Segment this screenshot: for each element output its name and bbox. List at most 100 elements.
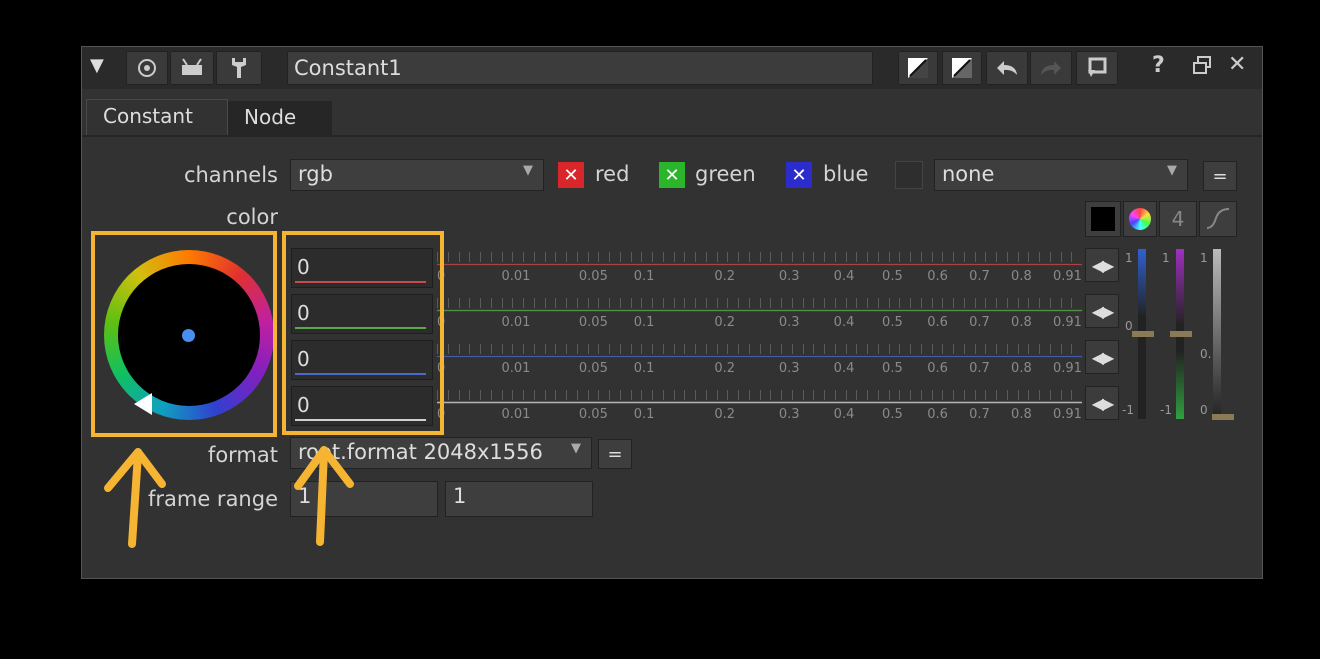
chevron-down-icon: ▼ <box>571 441 581 456</box>
slider-minor-tick <box>501 390 503 400</box>
slider-minor-tick <box>931 390 933 400</box>
slider-tick-label: 0.5 <box>882 269 903 284</box>
slider-minor-tick <box>942 344 944 354</box>
channel-slider-2[interactable]: 0 0.01 0.05 0.1 0.2 0.3 0.4 0.5 0.6 0.7 0.8 0.91 <box>437 340 1082 380</box>
slider-tick-label: 0.01 <box>501 315 531 330</box>
tab-node[interactable]: Node <box>228 101 332 137</box>
curve-icon <box>1206 208 1230 229</box>
slider-minor-tick <box>1039 390 1040 400</box>
slider-tick-label: 0.7 <box>969 315 990 330</box>
red-expand-button[interactable]: ◀▶ <box>1085 248 1119 282</box>
slider-tick-label: 0.8 <box>1011 407 1032 422</box>
slider-minor-tick <box>587 390 589 400</box>
slider-minor-tick <box>1060 390 1062 400</box>
value-fields-highlight <box>282 231 444 435</box>
slider-minor-tick <box>867 344 868 354</box>
slider-track <box>437 309 1082 312</box>
slider-minor-tick <box>480 344 481 354</box>
float-icon[interactable] <box>1192 55 1212 79</box>
slider-minor-tick <box>996 344 997 354</box>
annotation-arrow-right <box>294 446 354 546</box>
undo-icon[interactable] <box>986 51 1028 85</box>
slider-tick-label: 0.7 <box>969 269 990 284</box>
frame-range-end[interactable]: 1 <box>445 481 593 517</box>
wrench-icon[interactable] <box>216 51 262 85</box>
channel-slider-0[interactable]: 0 0.01 0.05 0.1 0.2 0.3 0.4 0.5 0.6 0.7 0.8 0.91 <box>437 248 1082 288</box>
slider-minor-tick <box>953 252 954 262</box>
vslider3-bottom-label: 0 <box>1200 403 1208 417</box>
vslider-bottom-label: -1 <box>1122 403 1134 417</box>
slider-minor-tick <box>1017 252 1019 262</box>
slider-minor-tick <box>996 298 997 308</box>
slider-minor-tick <box>770 252 772 262</box>
slider-minor-tick <box>856 298 858 308</box>
alpha-expand-button[interactable]: ◀▶ <box>1085 386 1119 420</box>
channel-slider-3[interactable]: 0 0.01 0.05 0.1 0.2 0.3 0.4 0.5 0.6 0.7 0.8 0.91 <box>437 386 1082 426</box>
tab-constant[interactable]: Constant <box>86 99 228 135</box>
viewer-icon[interactable] <box>170 51 214 85</box>
slider-minor-tick <box>684 298 686 308</box>
slider-minor-tick <box>888 252 890 262</box>
reset-all-icon[interactable] <box>942 51 982 85</box>
vslider-gray-handle[interactable] <box>1212 414 1234 420</box>
slider-minor-tick <box>684 252 686 262</box>
alpha-checkbox[interactable] <box>895 161 923 189</box>
slider-minor-tick <box>867 298 868 308</box>
blue-expand-button[interactable]: ◀▶ <box>1085 340 1119 374</box>
format-link-button[interactable]: = <box>598 439 632 469</box>
slider-minor-tick <box>662 252 664 262</box>
slider-minor-tick <box>738 252 739 262</box>
slider-tick-label: 0.91 <box>1052 407 1082 422</box>
slider-minor-tick <box>512 344 514 354</box>
red-label: red <box>595 162 630 186</box>
slider-minor-tick <box>791 252 793 262</box>
channel-count-button[interactable]: 4 <box>1159 201 1197 237</box>
slider-minor-tick <box>834 252 836 262</box>
slider-minor-tick <box>888 344 890 354</box>
slider-minor-tick <box>695 298 696 308</box>
slider-minor-tick <box>953 344 954 354</box>
green-expand-button[interactable]: ◀▶ <box>1085 294 1119 328</box>
vslider-gray[interactable] <box>1213 249 1221 419</box>
slider-track <box>437 355 1082 358</box>
color-swatch-button[interactable] <box>1085 201 1121 237</box>
reset-icon[interactable] <box>898 51 938 85</box>
help-icon[interactable]: ? <box>1152 53 1165 78</box>
slider-tick-label: 0.01 <box>501 269 531 284</box>
slider-minor-tick <box>598 390 600 400</box>
node-name-input[interactable]: Constant1 <box>287 51 873 85</box>
redo-icon[interactable] <box>1030 51 1072 85</box>
vslider-blue-handle[interactable] <box>1132 331 1154 337</box>
revert-icon[interactable] <box>1076 51 1118 85</box>
slider-tick-label: 0.4 <box>833 269 855 284</box>
slider-tick-label: 0.5 <box>882 361 903 376</box>
color-wheel-button[interactable] <box>1123 201 1157 237</box>
slider-tick-label: 0.7 <box>969 361 990 376</box>
blue-checkbox[interactable]: ✕ <box>786 162 812 188</box>
circle-target-icon[interactable] <box>126 51 168 85</box>
vslider-magenta-handle[interactable] <box>1170 331 1192 337</box>
channels-link-button[interactable]: = <box>1203 161 1237 191</box>
slider-minor-tick <box>856 252 858 262</box>
green-checkbox[interactable]: ✕ <box>659 162 685 188</box>
curve-button[interactable] <box>1199 201 1237 237</box>
slider-minor-tick <box>867 390 868 400</box>
tab-divider <box>82 135 1262 137</box>
slider-minor-tick <box>1071 390 1073 400</box>
slider-tick-label: 0.5 <box>882 407 903 422</box>
slider-minor-tick <box>705 252 707 262</box>
slider-minor-tick <box>469 298 471 308</box>
blue-label: blue <box>823 162 869 186</box>
slider-minor-tick <box>695 390 696 400</box>
close-icon[interactable]: ✕ <box>1228 52 1246 77</box>
slider-minor-tick <box>695 344 696 354</box>
collapse-triangle-icon[interactable]: ▼ <box>90 55 104 76</box>
slider-minor-tick <box>587 252 589 262</box>
vslider-top-label: 1 <box>1125 251 1133 265</box>
red-checkbox[interactable]: ✕ <box>558 162 584 188</box>
extra-channel-dropdown[interactable]: none ▼ <box>934 159 1188 191</box>
channels-dropdown[interactable]: rgb ▼ <box>290 159 544 191</box>
channel-slider-1[interactable]: 0 0.01 0.05 0.1 0.2 0.3 0.4 0.5 0.6 0.7 0.8 0.91 <box>437 294 1082 334</box>
slider-minor-tick <box>727 298 729 308</box>
slider-minor-tick <box>458 252 460 262</box>
